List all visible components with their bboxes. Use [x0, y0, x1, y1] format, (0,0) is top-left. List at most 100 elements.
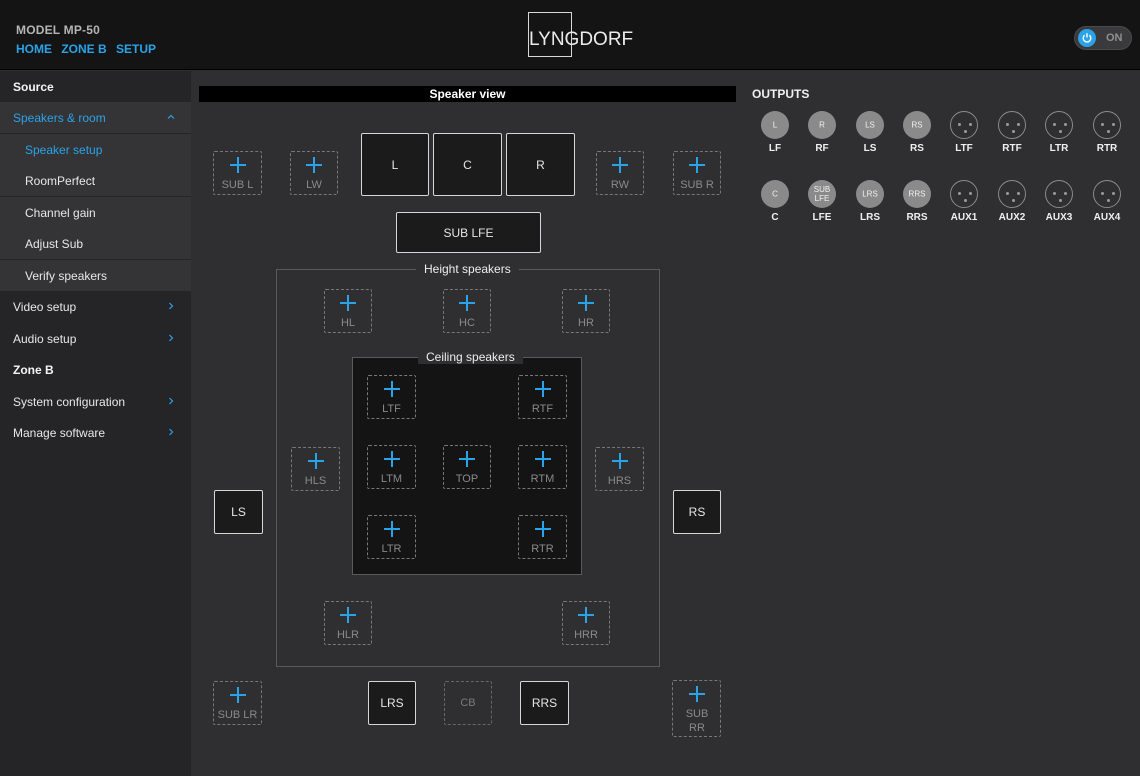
output-aux1[interactable]: AUX1: [944, 180, 984, 236]
sidebar-item-speaker-setup[interactable]: Speaker setup: [0, 134, 191, 165]
output-aux2[interactable]: AUX2: [992, 180, 1032, 236]
xlr-connector-icon: [1093, 111, 1121, 139]
output-aux4[interactable]: AUX4: [1087, 180, 1127, 236]
sidebar-item-source[interactable]: Source: [0, 71, 191, 102]
add-speaker-hc[interactable]: HC: [443, 289, 491, 333]
add-speaker-hrs[interactable]: HRS: [595, 447, 644, 491]
add-speaker-rtm[interactable]: RTM: [518, 445, 567, 489]
plus-icon: [383, 521, 400, 537]
sidebar-item-system-configuration[interactable]: System configuration: [0, 386, 191, 417]
sidebar-item-label: Verify speakers: [25, 269, 108, 283]
connector-pin: [969, 192, 972, 195]
connector-pin: [1101, 123, 1104, 126]
output-rtf[interactable]: RTF: [992, 111, 1032, 167]
speaker-label: RTF: [531, 403, 554, 415]
outputs-title: OUTPUTS: [752, 87, 810, 101]
plus-icon: [612, 157, 628, 173]
output-name: LFE: [812, 212, 832, 223]
connector-pin: [969, 123, 972, 126]
speaker-lrs[interactable]: LRS: [368, 681, 416, 725]
output-lrs[interactable]: LRS LRS: [850, 180, 890, 236]
speaker-rrs[interactable]: RRS: [520, 681, 569, 725]
plus-icon: [578, 295, 594, 311]
add-speaker-sub-rr[interactable]: SUB RR: [672, 680, 721, 737]
sidebar-item-roomperfect[interactable]: RoomPerfect: [0, 165, 191, 196]
sidebar-item-label: Adjust Sub: [25, 237, 84, 251]
sidebar-item-verify-speakers[interactable]: Verify speakers: [0, 260, 191, 291]
sidebar-item-speakers-room[interactable]: Speakers & room: [0, 102, 191, 133]
output-channel-label: RS: [911, 120, 923, 130]
add-speaker-hl[interactable]: HL: [324, 289, 372, 333]
add-speaker-sub-lr[interactable]: SUB LR: [213, 681, 262, 725]
connector-pin: [1053, 123, 1056, 126]
sidebar-item-channel-gain[interactable]: Channel gain: [0, 197, 191, 228]
add-speaker-hrr[interactable]: HRR: [562, 601, 610, 645]
speaker-r[interactable]: R: [506, 133, 575, 196]
xlr-connector-icon: [1045, 111, 1073, 139]
breadcrumb-zone-b[interactable]: ZONE B: [61, 42, 106, 56]
add-speaker-ltf[interactable]: LTF: [367, 375, 416, 419]
speaker-label: RW: [610, 179, 630, 191]
speaker-label: RRS: [531, 696, 558, 710]
output-rs[interactable]: RS RS: [897, 111, 937, 167]
breadcrumb-home[interactable]: HOME: [16, 42, 52, 56]
power-toggle[interactable]: ON: [1074, 26, 1132, 50]
output-ltr[interactable]: LTR: [1039, 111, 1079, 167]
add-speaker-hls[interactable]: HLS: [291, 447, 340, 491]
output-lf[interactable]: L LF: [755, 111, 795, 167]
output-rf[interactable]: R RF: [802, 111, 842, 167]
add-speaker-hr[interactable]: HR: [562, 289, 610, 333]
output-rrs[interactable]: RRS RRS: [897, 180, 937, 236]
sidebar-item-audio-setup[interactable]: Audio setup: [0, 323, 191, 354]
connector-pin: [963, 130, 967, 133]
connector-pin: [1053, 192, 1056, 195]
output-aux3[interactable]: AUX3: [1039, 180, 1079, 236]
output-c[interactable]: CC: [755, 180, 795, 236]
output-assigned-indicator: RS: [903, 111, 931, 139]
sidebar-item-label: Source: [13, 80, 54, 94]
output-ls[interactable]: LS LS: [850, 111, 890, 167]
connector-pin: [1064, 123, 1067, 126]
add-speaker-ltr[interactable]: LTR: [367, 515, 416, 559]
speaker-label: HRS: [607, 475, 632, 487]
output-rtr[interactable]: RTR: [1087, 111, 1127, 167]
xlr-connector-icon: [998, 180, 1026, 208]
sidebar-item-zone-b[interactable]: Zone B: [0, 354, 191, 385]
output-name: RS: [910, 143, 924, 154]
output-ltf[interactable]: LTF: [944, 111, 984, 167]
speaker-ls[interactable]: LS: [214, 490, 263, 534]
sidebar-item-label: Speakers & room: [13, 111, 106, 125]
plus-icon: [689, 157, 705, 173]
xlr-connector-icon: [1045, 180, 1073, 208]
add-speaker-sub-l[interactable]: SUB L: [213, 151, 262, 195]
add-speaker-sub-r[interactable]: SUB R: [673, 151, 721, 195]
speaker-label: HC: [459, 317, 475, 329]
speaker-sub-lfe[interactable]: SUB LFE: [396, 212, 541, 253]
speaker-c[interactable]: C: [433, 133, 502, 196]
speaker-rs[interactable]: RS: [673, 490, 721, 534]
sidebar-item-adjust-sub[interactable]: Adjust Sub: [0, 228, 191, 259]
add-speaker-rtr[interactable]: RTR: [518, 515, 567, 559]
connector-pin: [1101, 192, 1104, 195]
output-assigned-indicator: LRS: [856, 180, 884, 208]
plus-icon: [383, 451, 400, 467]
add-speaker-rw[interactable]: RW: [596, 151, 644, 195]
breadcrumb-setup[interactable]: SETUP: [116, 42, 156, 56]
speaker-l[interactable]: L: [361, 133, 429, 196]
plus-icon: [611, 453, 628, 469]
output-channel-label: SUB LFE: [813, 185, 831, 203]
speaker-label: HRR: [574, 629, 598, 641]
add-speaker-hlr[interactable]: HLR: [324, 601, 372, 645]
sidebar-item-manage-software[interactable]: Manage software: [0, 417, 191, 448]
add-speaker-lw[interactable]: LW: [290, 151, 338, 195]
output-lfe[interactable]: SUB LFE LFE: [802, 180, 842, 236]
plus-icon: [534, 451, 551, 467]
sidebar-item-video-setup[interactable]: Video setup: [0, 291, 191, 322]
sidebar-item-label: Speaker setup: [25, 143, 103, 157]
speaker-label: HLS: [304, 475, 327, 487]
speaker-label: LTM: [380, 473, 403, 485]
add-speaker-rtf[interactable]: RTF: [518, 375, 567, 419]
output-name: AUX2: [998, 212, 1026, 223]
add-speaker-top[interactable]: TOP: [443, 445, 491, 489]
add-speaker-ltm[interactable]: LTM: [367, 445, 416, 489]
